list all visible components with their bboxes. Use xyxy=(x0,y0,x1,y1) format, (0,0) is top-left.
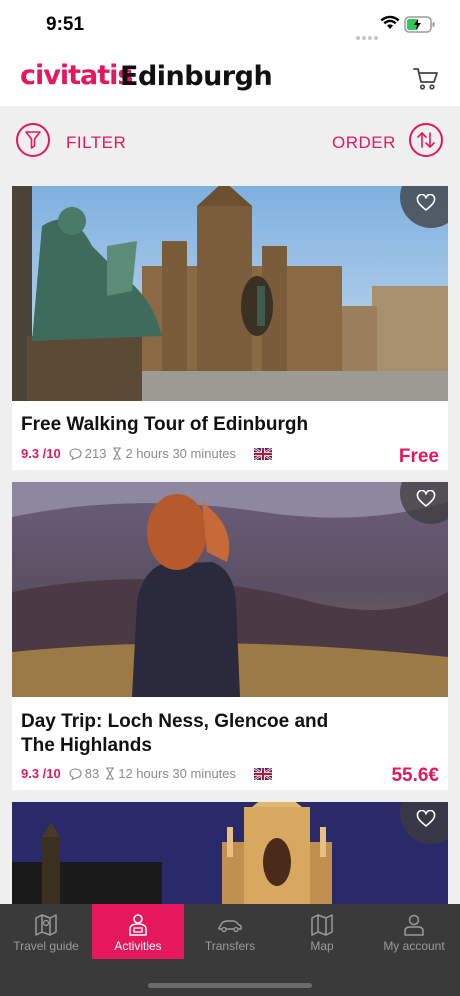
folded-map-icon xyxy=(311,914,333,936)
activity-card[interactable]: Free Walking Tour of Edinburgh 9.3 /10 2… xyxy=(12,186,448,470)
tab-activities[interactable]: Activities xyxy=(92,904,184,959)
home-indicator[interactable] xyxy=(148,983,312,988)
activity-price: 55.6€ xyxy=(391,765,439,786)
activity-meta: 9.3 /10 83 12 hours 30 minutes xyxy=(21,766,273,781)
activity-rating: 9.3 /10 xyxy=(21,446,61,461)
activity-title[interactable]: Free Walking Tour of Edinburgh xyxy=(21,413,421,437)
status-bar: 9:51 xyxy=(0,0,460,50)
uk-flag-icon xyxy=(254,767,273,780)
filter-button[interactable] xyxy=(16,123,50,157)
night-tower-photo xyxy=(12,802,448,904)
heart-icon xyxy=(416,490,436,507)
review-count: 213 xyxy=(84,446,107,461)
uk-flag-icon xyxy=(254,447,273,460)
filter-order-bar: FILTER ORDER xyxy=(0,106,460,178)
car-icon xyxy=(218,920,242,933)
hourglass-icon xyxy=(113,447,122,460)
activity-card[interactable]: Day Trip: Loch Ness, Glencoe and The Hig… xyxy=(12,482,448,790)
guide-icon xyxy=(129,914,147,936)
tab-label: Map xyxy=(310,939,334,953)
tab-transfers[interactable]: Transfers xyxy=(184,904,276,959)
activity-image[interactable] xyxy=(12,482,448,697)
activity-meta: 9.3 /10 213 2 hours 30 minutes xyxy=(21,446,273,461)
highlands-photo xyxy=(12,482,448,697)
user-icon xyxy=(404,914,424,936)
bottom-tab-bar: Travel guide Activities Transfers Map My… xyxy=(0,904,460,996)
order-button[interactable] xyxy=(409,123,443,157)
comment-icon xyxy=(69,447,82,460)
tab-map[interactable]: Map xyxy=(276,904,368,959)
sort-arrows-icon xyxy=(417,132,435,148)
activity-card[interactable] xyxy=(12,802,448,904)
cart-icon[interactable] xyxy=(413,67,439,91)
comment-icon xyxy=(69,767,82,780)
map-icon xyxy=(35,914,57,936)
tab-label: My account xyxy=(383,939,445,953)
hourglass-icon xyxy=(106,767,115,780)
funnel-icon xyxy=(25,131,41,149)
activity-title[interactable]: Day Trip: Loch Ness, Glencoe and The Hig… xyxy=(21,710,351,758)
signal-dots-icon xyxy=(356,27,380,45)
heart-icon xyxy=(416,194,436,211)
tab-my-account[interactable]: My account xyxy=(368,904,460,959)
duration: 2 hours 30 minutes xyxy=(125,446,237,461)
activity-rating: 9.3 /10 xyxy=(21,766,61,781)
page-title: Edinburgh xyxy=(120,61,273,92)
status-time: 9:51 xyxy=(46,14,85,35)
heart-icon xyxy=(416,810,436,827)
tab-label: Activities xyxy=(114,939,162,953)
battery-icon xyxy=(404,16,435,33)
review-count: 83 xyxy=(84,766,100,781)
tab-label: Transfers xyxy=(204,939,256,953)
civitatis-logo[interactable]: civitatis xyxy=(20,60,133,91)
activity-image[interactable] xyxy=(12,802,448,904)
order-label[interactable]: ORDER xyxy=(332,133,396,153)
app-header: civitatis Edinburgh xyxy=(0,50,460,106)
tab-label: Travel guide xyxy=(13,939,79,953)
tab-travel-guide[interactable]: Travel guide xyxy=(0,904,92,959)
filter-label[interactable]: FILTER xyxy=(66,133,126,153)
duration: 12 hours 30 minutes xyxy=(118,766,237,781)
wifi-icon xyxy=(380,15,400,29)
cathedral-photo xyxy=(12,186,448,401)
activity-image[interactable] xyxy=(12,186,448,401)
activity-price: Free xyxy=(398,446,439,467)
